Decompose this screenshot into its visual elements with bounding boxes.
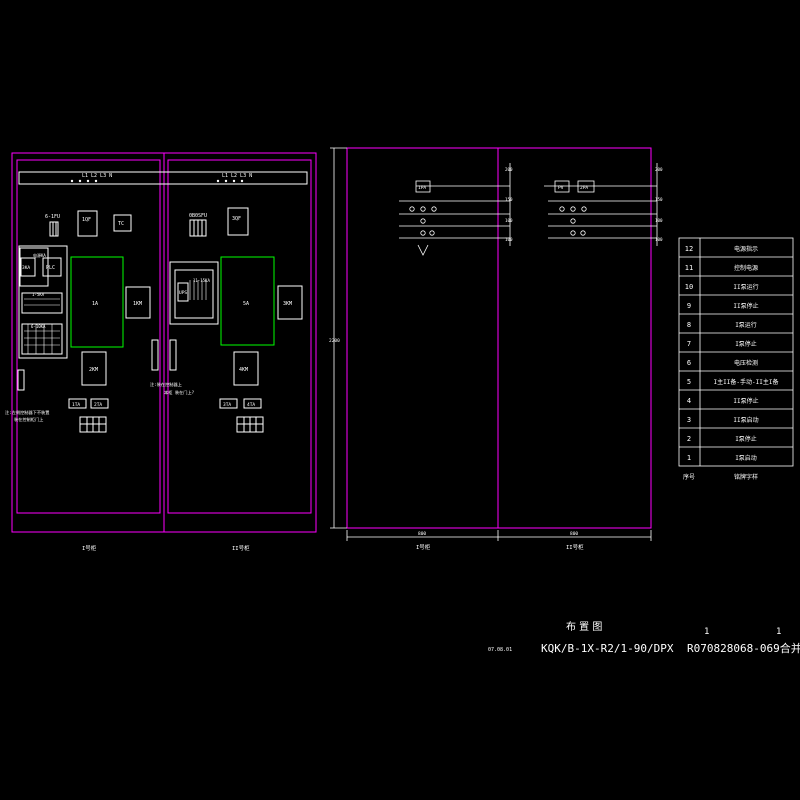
cab1-1a-label: 1A [92, 301, 98, 307]
legend-row-desc: II泵运行 [733, 283, 758, 291]
legend-row-desc: II泵停止 [733, 397, 758, 405]
ups-texture [189, 280, 207, 300]
drawing-no: KQK/B-1X-R2/1-90/DPX [541, 642, 674, 655]
breaker-1qf [77, 210, 98, 237]
legend-row-desc: II泵停止 [733, 302, 758, 310]
cab1-note-line1: 注:左侧控制器下不装置 [5, 409, 49, 416]
cab1-note-line2: 装在控制柜门上 [14, 416, 43, 423]
layout-drawing: L1 L2 L3 N L1 L2 L3 N 6-1FU 1QF TC 3KA P… [5, 147, 800, 655]
front-devices-cab1 [399, 180, 510, 256]
legend-row-desc: II泵启动 [733, 416, 758, 424]
cab1-2ta-label: 2TA [94, 402, 102, 408]
serial-no: R070828068-069合并柜 [687, 641, 800, 655]
cab1-ka-label: 3KA [22, 265, 30, 271]
cab2-5a-label: 5A [243, 301, 249, 307]
cad-drawing-canvas: L1 L2 L3 N L1 L2 L3 N 6-1FU 1QF TC 3KA P… [0, 0, 800, 800]
left-cab2-label: II号柜 [232, 544, 250, 552]
legend-table [678, 237, 794, 467]
dim-r1-c: 100 [505, 218, 513, 223]
cab1-1ta-label: 1TA [72, 402, 80, 408]
dim-r2-c: 100 [655, 218, 663, 223]
legend-row-no: 4 [687, 397, 691, 405]
date: 07.08.01 [488, 647, 512, 653]
door-latch-1 [151, 339, 159, 371]
cabinet1-inner-frame [16, 159, 161, 514]
width-dim-1: 800 [418, 531, 426, 537]
bus-label-1: L1 L2 L3 N [82, 173, 112, 179]
legend-row-no: 12 [685, 245, 693, 253]
cab1-rel2-label: 6-10KA [31, 324, 46, 329]
front-2pa-label: 2PA [580, 185, 588, 191]
legend-row-desc: I泵运行 [735, 321, 757, 329]
dim-r2-a: 200 [655, 167, 663, 172]
width-dim-2: 800 [570, 531, 578, 537]
cab1-rel1-label: 1-5KA [32, 292, 45, 297]
legend-row-desc: 电源指示 [734, 245, 758, 253]
legend-row-desc: 电压检测 [734, 359, 758, 367]
cabinet2-components [169, 207, 303, 433]
bus-label-2: L1 L2 L3 N [222, 173, 252, 179]
cab2-3km-label: 3KM [283, 301, 292, 307]
sheet-total: 1 [776, 627, 781, 637]
cab2-fu-label: 0B0SFU [189, 213, 207, 219]
legend-row-no: 1 [687, 454, 691, 462]
cab2-relay-label: 11-15KA [193, 278, 210, 283]
legend-row-no: 2 [687, 435, 691, 443]
cab2-3ta-label: 3TA [223, 402, 231, 408]
door-latch-2 [169, 339, 177, 371]
cab1-power-label: 电源KA [33, 252, 46, 258]
legend-row-desc: I泵停止 [735, 435, 757, 443]
cab2-ups-label: UPS [179, 290, 187, 296]
legend-row-desc: 控制电源 [734, 264, 758, 272]
cab1-qf-label: 1QF [82, 217, 91, 223]
cab1-2km-label: 2KM [89, 367, 98, 373]
bus-terminals [70, 179, 244, 183]
legend-row-desc: I主II备-手动-II主I备 [714, 378, 779, 386]
legend-row-no: 10 [685, 283, 693, 291]
legend-header-desc: 铭牌字样 [734, 473, 758, 481]
fuse-block-1 [49, 221, 59, 237]
cabinet1-components [17, 210, 159, 433]
legend-row-desc: I泵启动 [735, 454, 757, 462]
front-1pa-label: 1PA [418, 185, 426, 191]
height-dim: 2200 [329, 338, 340, 344]
cab1-1km-label: 1KM [133, 301, 142, 307]
legend-row-no: 6 [687, 359, 691, 367]
front-dimensions [330, 147, 658, 541]
cab2-qf-label: 3QF [232, 216, 241, 222]
cab2-4km-label: 4KM [239, 367, 248, 373]
dim-r1-a: 200 [505, 167, 513, 172]
cab1-plc-label: PLC [46, 265, 55, 271]
legend-header-no: 序号 [683, 473, 695, 481]
legend-row-no: 7 [687, 340, 691, 348]
legend-row-no: 8 [687, 321, 691, 329]
cab2-4ta-label: 4TA [247, 402, 255, 408]
handle-1 [17, 369, 25, 391]
front-view [346, 147, 652, 529]
busbar [18, 171, 308, 185]
legend-row-no: 11 [685, 264, 693, 272]
cab1-tc-label: TC [118, 221, 124, 227]
legend-row-no: 5 [687, 378, 691, 386]
front-cab1-label: I号柜 [416, 543, 431, 551]
front-outer-frame [346, 147, 652, 529]
legend-row-no: 9 [687, 302, 691, 310]
legend-row-desc: I泵停止 [735, 340, 757, 348]
sheet-no: 1 [704, 627, 709, 637]
left-cab1-label: I号柜 [82, 544, 97, 552]
cab2-note-line1: 注:装在控制器上 [150, 381, 182, 388]
title: 布 置 图 [566, 621, 602, 633]
legend-row-no: 3 [687, 416, 691, 424]
cab1-fu-label: 6-1FU [45, 214, 60, 220]
internal-layout-view [11, 152, 317, 533]
front-pv-label: PV [558, 185, 564, 191]
cab2-note-line2: 本柜 装在门上? [164, 389, 195, 396]
legend-rows: 12 电源指示11 控制电源10 II泵运行9 II泵停止8 I泵运行7 I泵停止6 电压检测… [683, 245, 778, 481]
front-cab2-label: II号柜 [566, 543, 584, 551]
